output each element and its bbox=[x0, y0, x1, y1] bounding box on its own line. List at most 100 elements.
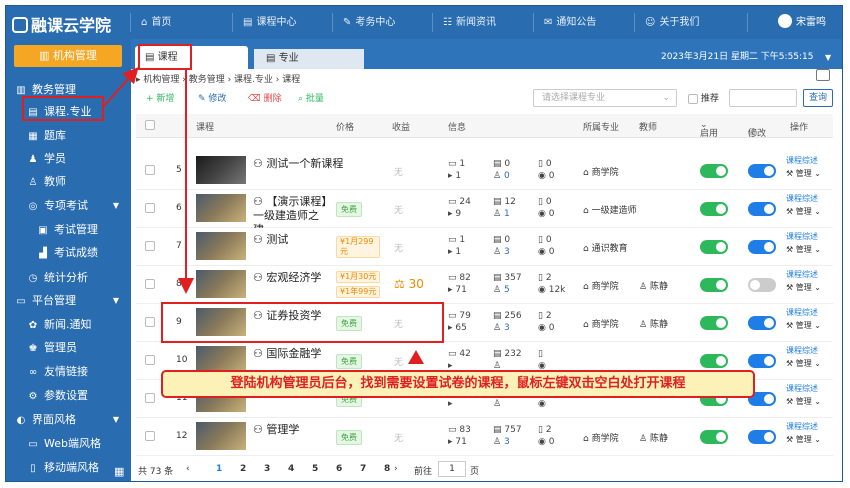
sidebar-item-7[interactable]: ▟ 考试成绩 bbox=[6, 242, 131, 264]
course-title[interactable]: ⚇ 国际金融学 bbox=[253, 347, 335, 361]
manage-dropdown[interactable]: ⚒ 管理 ⌄ bbox=[786, 359, 821, 368]
tab-major[interactable]: ▤ 专业 bbox=[254, 49, 364, 69]
enable-toggle[interactable] bbox=[700, 278, 728, 292]
nav-item-2[interactable]: ✎ 考务中心 bbox=[343, 13, 395, 28]
grid-icon[interactable]: ▦ bbox=[114, 465, 124, 478]
manage-dropdown[interactable]: ⚒ 管理 ⌄ bbox=[786, 321, 821, 330]
batch-button[interactable]: ⌕ 批量 bbox=[298, 91, 324, 104]
delete-button[interactable]: ⌫ 删除 bbox=[248, 91, 282, 104]
course-title[interactable]: ⚇ 宏观经济学 bbox=[253, 271, 335, 285]
edit-toggle[interactable] bbox=[748, 316, 776, 330]
enable-toggle[interactable] bbox=[700, 240, 728, 254]
col-enable[interactable]: 启用 ⌄ bbox=[700, 120, 718, 139]
table-row[interactable]: 12 ⚇ 管理学 免费无 ▭ 83 ▸ 71 ▤ 757 ♙ 3 ▯ 2 ◉ 0 ⌂ 商学院 ♙ 陈… bbox=[136, 418, 833, 456]
sidebar-item-14[interactable]: ◐ 界面风格 ▼ bbox=[6, 409, 131, 431]
sidebar-item-13[interactable]: ⚙ 参数设置 bbox=[6, 385, 131, 407]
row-checkbox[interactable] bbox=[145, 431, 155, 442]
edit-toggle[interactable] bbox=[748, 278, 776, 292]
sidebar-item-12[interactable]: ∞ 友情链接 bbox=[6, 361, 131, 383]
manage-dropdown[interactable]: ⚒ 管理 ⌄ bbox=[786, 283, 821, 292]
sidebar-item-5[interactable]: ◎ 专项考试 ▼ bbox=[6, 195, 131, 217]
course-thumbnail[interactable] bbox=[196, 422, 246, 450]
table-row[interactable]: 7 ⚇ 测试 ¥1月299元无 ▭ 1 ▸ 1 ▤ 0 ♙ 3 ▯ 0 ◉ 0 ⌂ 通识教育 课程综… bbox=[136, 228, 833, 266]
sidebar-item-3[interactable]: ♟ 学员 bbox=[6, 148, 131, 170]
sidebar-item-4[interactable]: ♙ 教师 bbox=[6, 171, 131, 193]
enable-toggle[interactable] bbox=[700, 430, 728, 444]
course-thumbnail[interactable] bbox=[196, 194, 246, 222]
sidebar-item-15[interactable]: ▭ Web端风格 bbox=[6, 433, 131, 455]
row-checkbox[interactable] bbox=[145, 355, 155, 366]
chevron-down-icon[interactable]: ▼ bbox=[825, 53, 831, 62]
course-summary-link[interactable]: 课程综述 bbox=[786, 270, 818, 279]
pager-page-7[interactable]: 7 bbox=[360, 464, 366, 474]
course-summary-link[interactable]: 课程综述 bbox=[786, 422, 818, 431]
course-summary-link[interactable]: 课程综述 bbox=[786, 156, 818, 165]
pager-page-2[interactable]: 2 bbox=[240, 464, 246, 474]
table-row[interactable]: 8 ⚇ 宏观经济学 ¥1月30元 ¥1年99元 ⚖ 30 ▭ 82 ▸ 71 ▤ 357 ♙ 5… bbox=[136, 266, 833, 304]
major-select[interactable]: 请选择课程专业 ⌄ bbox=[533, 89, 677, 107]
query-button[interactable]: 查询 bbox=[803, 89, 833, 107]
manage-dropdown[interactable]: ⚒ 管理 ⌄ bbox=[786, 245, 821, 254]
edit-toggle[interactable] bbox=[748, 430, 776, 444]
enable-toggle[interactable] bbox=[700, 316, 728, 330]
sidebar-item-11[interactable]: ♚ 管理员 bbox=[6, 337, 131, 359]
course-thumbnail[interactable] bbox=[196, 156, 246, 184]
pager-page-input[interactable]: 1 bbox=[438, 461, 466, 477]
select-all-checkbox[interactable] bbox=[145, 120, 155, 131]
course-summary-link[interactable]: 课程综述 bbox=[786, 194, 818, 203]
row-checkbox[interactable] bbox=[145, 393, 155, 404]
course-title[interactable]: ⚇ 管理学 bbox=[253, 423, 335, 437]
pager-next[interactable]: › bbox=[394, 464, 398, 474]
pager-page-5[interactable]: 5 bbox=[312, 464, 318, 474]
sidebar-item-10[interactable]: ✿ 新闻.通知 bbox=[6, 314, 131, 336]
row-checkbox[interactable] bbox=[145, 279, 155, 290]
nav-item-0[interactable]: ⌂ 首页 bbox=[141, 13, 171, 28]
org-manage-button[interactable]: ▥ 机构管理 bbox=[14, 45, 122, 67]
edit-toggle[interactable] bbox=[748, 164, 776, 178]
manage-dropdown[interactable]: ⚒ 管理 ⌄ bbox=[786, 169, 821, 178]
sidebar-item-8[interactable]: ◷ 统计分析 bbox=[6, 267, 131, 289]
row-checkbox[interactable] bbox=[145, 203, 155, 214]
course-summary-link[interactable]: 课程综述 bbox=[786, 232, 818, 241]
row-checkbox[interactable] bbox=[145, 317, 155, 328]
sidebar-item-6[interactable]: ▣ 考试管理 bbox=[6, 219, 131, 241]
course-summary-link[interactable]: 课程综述 bbox=[786, 346, 818, 355]
nav-item-3[interactable]: ☷ 新闻资讯 bbox=[443, 13, 496, 28]
enable-toggle[interactable] bbox=[700, 354, 728, 368]
search-input[interactable] bbox=[729, 89, 797, 107]
manage-dropdown[interactable]: ⚒ 管理 ⌄ bbox=[786, 435, 821, 444]
nav-item-5[interactable]: ☺ 关于我们 bbox=[645, 13, 699, 28]
manage-dropdown[interactable]: ⚒ 管理 ⌄ bbox=[786, 397, 821, 406]
sidebar-item-16[interactable]: ▯ 移动端风格 bbox=[6, 457, 131, 479]
enable-toggle[interactable] bbox=[700, 164, 728, 178]
print-icon[interactable] bbox=[816, 69, 830, 81]
pager-page-8[interactable]: 8 bbox=[384, 464, 390, 474]
app-logo[interactable]: 融课云学院 bbox=[12, 12, 111, 36]
edit-toggle[interactable] bbox=[748, 240, 776, 254]
manage-dropdown[interactable]: ⚒ 管理 ⌄ bbox=[786, 207, 821, 216]
pager-page-3[interactable]: 3 bbox=[264, 464, 270, 474]
pager-page-6[interactable]: 6 bbox=[336, 464, 342, 474]
add-button[interactable]: + 新增 bbox=[146, 91, 174, 104]
enable-toggle[interactable] bbox=[700, 202, 728, 216]
sidebar-item-2[interactable]: ▦ 题库 bbox=[6, 125, 131, 147]
sidebar-item-9[interactable]: ▭ 平台管理 ▼ bbox=[6, 290, 131, 312]
pager-page-1[interactable]: 1 bbox=[216, 464, 222, 474]
table-row[interactable]: 5 ⚇ 测试一个新课程无 ▭ 1 ▸ 1 ▤ 0 ♙ 0 ▯ 0 ◉ 0 ⌂ 商学院 课程综述 ⚒ … bbox=[136, 152, 833, 190]
row-checkbox[interactable] bbox=[145, 241, 155, 252]
row-checkbox[interactable] bbox=[145, 165, 155, 176]
pager-prev[interactable]: ‹ bbox=[186, 464, 190, 474]
edit-button[interactable]: ✎ 修改 bbox=[198, 91, 226, 104]
nav-item-1[interactable]: ▤ 课程中心 bbox=[243, 13, 296, 28]
course-title[interactable]: ⚇ 测试 bbox=[253, 233, 335, 247]
pager-page-4[interactable]: 4 bbox=[288, 464, 294, 474]
recommend-filter[interactable]: 推荐 bbox=[688, 91, 719, 104]
course-title[interactable]: ⚇ 测试一个新课程 bbox=[253, 157, 348, 171]
edit-toggle[interactable] bbox=[748, 202, 776, 216]
course-thumbnail[interactable] bbox=[196, 232, 246, 260]
recommend-checkbox[interactable] bbox=[688, 93, 698, 104]
course-summary-link[interactable]: 课程综述 bbox=[786, 384, 818, 393]
course-thumbnail[interactable] bbox=[196, 270, 246, 298]
table-row[interactable]: 6⚇ 【演示课程】一级建造师之建...免费无▭ 24▸ 9▤ 12♙ 1▯ 0◉… bbox=[136, 190, 833, 236]
user-menu[interactable]: 宋雷鸣 bbox=[778, 13, 826, 28]
